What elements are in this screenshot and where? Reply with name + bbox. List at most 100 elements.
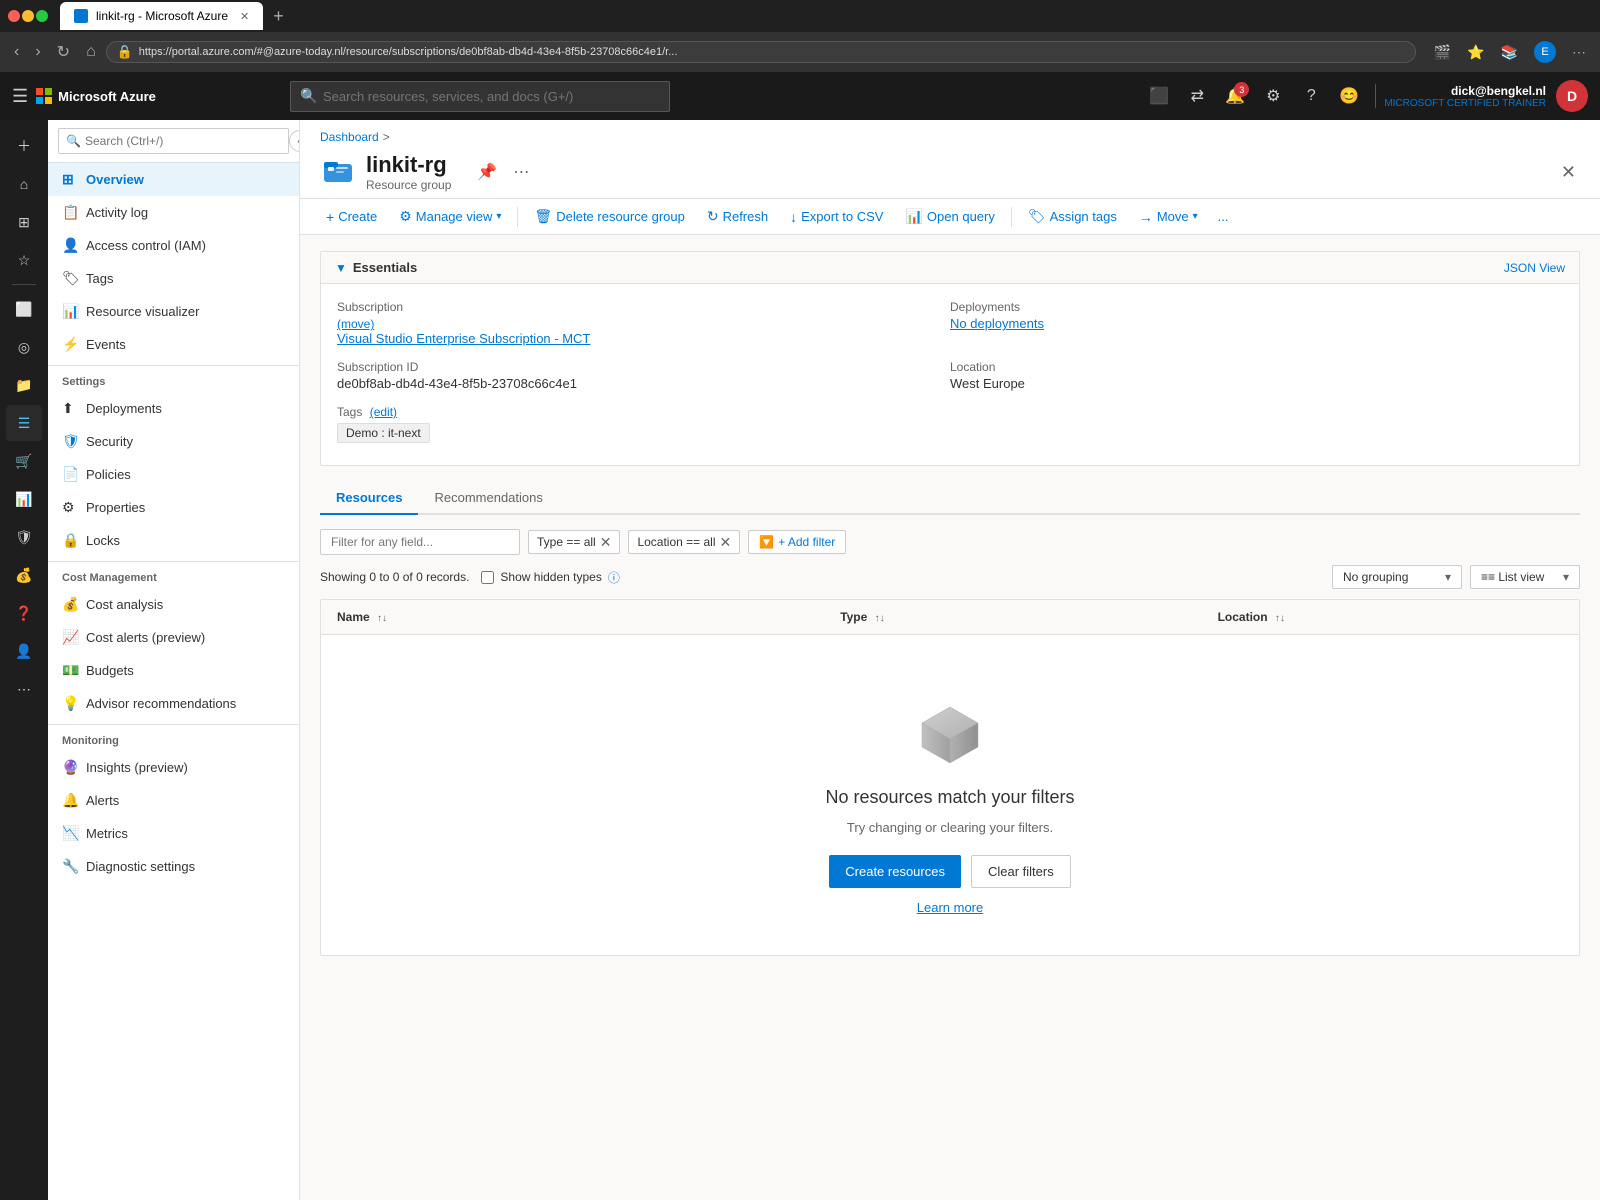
move-button[interactable]: → Move ▾ [1129,204,1208,230]
tab-resources[interactable]: Resources [320,482,418,515]
icon-rail-item-cost[interactable]: 💰 [6,557,42,593]
location-filter-remove[interactable]: ✕ [720,535,732,549]
show-hidden-checkbox[interactable] [481,571,494,584]
icon-rail-item-monitor[interactable]: 📊 [6,481,42,517]
resource-close-button[interactable]: ✕ [1557,158,1580,187]
new-tab-button[interactable]: + [265,2,292,30]
sidebar-item-locks[interactable]: 🔒 Locks [48,524,299,557]
icon-rail-item-subscriptions[interactable]: ◎ [6,329,42,365]
json-view-link[interactable]: JSON View [1504,261,1565,275]
feedback-button[interactable]: 😊 [1331,78,1367,114]
essentials-collapse-icon[interactable]: ▼ [335,261,347,275]
icon-rail-item-active[interactable]: ☰ [6,405,42,441]
show-hidden-info-icon[interactable]: ⓘ [608,569,620,586]
sidebar-item-alerts[interactable]: 🔔 Alerts [48,784,299,817]
type-filter-remove[interactable]: ✕ [600,535,612,549]
sidebar-item-deployments[interactable]: ⬆ Deployments [48,392,299,425]
location-filter-label: Location == all [637,535,715,549]
sidebar-item-overview[interactable]: ⊞ Overview [48,163,299,196]
sidebar-item-properties[interactable]: ⚙ Properties [48,491,299,524]
sidebar-item-tags[interactable]: 🏷 Tags [48,262,299,295]
sidebar-item-insights[interactable]: 🔮 Insights (preview) [48,751,299,784]
notifications-button[interactable]: 🔔 3 [1217,78,1253,114]
window-minimize-btn[interactable] [22,10,34,22]
learn-more-link[interactable]: Learn more [917,900,983,915]
icon-rail-item-user[interactable]: 👤 [6,633,42,669]
window-close-btn[interactable] [8,10,20,22]
sidebar-item-diagnostic-settings[interactable]: 🔧 Diagnostic settings [48,850,299,883]
resource-more-button[interactable]: ⋯ [509,158,533,186]
browser-extension-btn-1[interactable]: 🎬 [1428,37,1457,67]
sidebar-item-events[interactable]: ⚡ Events [48,328,299,361]
add-filter-button[interactable]: 🔽 + Add filter [748,530,846,554]
col-name-sort[interactable]: ↑↓ [377,613,387,624]
sidebar-alerts-label: Alerts [86,793,119,808]
sidebar-search-input[interactable] [58,128,289,154]
sidebar-item-cost-analysis[interactable]: 💰 Cost analysis [48,588,299,621]
sidebar-item-access-control[interactable]: 👤 Access control (IAM) [48,229,299,262]
tab-recommendations[interactable]: Recommendations [418,482,558,515]
create-button[interactable]: + Create [316,204,387,230]
col-type-sort[interactable]: ↑↓ [875,613,885,624]
refresh-button[interactable]: ↻ Refresh [697,203,778,230]
clear-filters-button[interactable]: Clear filters [971,855,1071,888]
resource-pin-button[interactable]: 📌 [473,158,501,186]
nav-forward-button[interactable]: › [29,39,46,65]
sidebar-item-metrics[interactable]: 📉 Metrics [48,817,299,850]
breadcrumb-dashboard-link[interactable]: Dashboard [320,130,379,144]
create-resources-button[interactable]: Create resources [829,855,961,888]
active-browser-tab[interactable]: linkit-rg - Microsoft Azure ✕ [60,2,263,30]
icon-rail-item-new[interactable]: ＋ [6,128,42,164]
icon-rail-item-rg[interactable]: 📁 [6,367,42,403]
tab-close-icon[interactable]: ✕ [240,10,249,23]
subscription-move-link[interactable]: (move) [337,317,374,331]
sidebar-collapse-button[interactable]: « [289,130,300,152]
sidebar-item-security[interactable]: 🛡 Security [48,425,299,458]
cost-alerts-icon: 📈 [62,629,78,646]
browser-collections-btn[interactable]: 📚 [1495,37,1524,67]
sidebar-item-policies[interactable]: 📄 Policies [48,458,299,491]
sidebar-item-cost-alerts[interactable]: 📈 Cost alerts (preview) [48,621,299,654]
sidebar-item-advisor-recommendations[interactable]: 💡 Advisor recommendations [48,687,299,720]
window-maximize-btn[interactable] [36,10,48,22]
grouping-dropdown[interactable]: No grouping ▾ [1332,565,1462,589]
delete-button[interactable]: 🗑 Delete resource group [524,203,694,230]
icon-rail-item-favorites[interactable]: ☆ [6,242,42,278]
icon-rail-item-more[interactable]: ⋯ [6,671,42,707]
col-location-sort[interactable]: ↑↓ [1275,613,1285,624]
icon-rail-item-resources[interactable]: ⬜ [6,291,42,327]
nav-back-button[interactable]: ‹ [8,39,25,65]
browser-extension-btn-2[interactable]: ⭐ [1461,37,1490,67]
global-search-input[interactable] [290,81,670,112]
user-avatar[interactable]: D [1556,80,1588,112]
cloud-shell-button[interactable]: ⬛ [1141,78,1177,114]
sidebar-hamburger-button[interactable]: ☰ [12,86,28,107]
sidebar-item-activity-log[interactable]: 📋 Activity log [48,196,299,229]
browser-more-btn[interactable]: ⋯ [1566,37,1592,67]
manage-view-button[interactable]: ⚙ Manage view ▾ [389,203,511,230]
settings-button[interactable]: ⚙ [1255,78,1291,114]
sidebar-item-resource-visualizer[interactable]: 📊 Resource visualizer [48,295,299,328]
open-query-button[interactable]: 📊 Open query [895,203,1004,230]
nav-refresh-button[interactable]: ↻ [51,38,76,66]
icon-rail-item-marketplace[interactable]: 🛒 [6,443,42,479]
more-actions-button[interactable]: ... [1210,204,1237,229]
nav-home-button[interactable]: ⌂ [80,39,102,65]
export-button[interactable]: ↓ Export to CSV [780,204,893,230]
help-button[interactable]: ? [1293,78,1329,114]
icon-rail-item-dashboard[interactable]: ⊞ [6,204,42,240]
address-bar[interactable]: 🔒 https://portal.azure.com/#@azure-today… [106,41,1416,63]
directory-button[interactable]: ⇄ [1179,78,1215,114]
show-hidden-label[interactable]: Show hidden types [500,570,601,584]
icon-rail-item-help[interactable]: ❓ [6,595,42,631]
subscription-name-link[interactable]: Visual Studio Enterprise Subscription - … [337,331,590,346]
assign-tags-button[interactable]: 🏷 Assign tags [1018,203,1127,230]
icon-rail-item-home[interactable]: ⌂ [6,166,42,202]
icon-rail-item-defender[interactable]: 🛡 [6,519,42,555]
tags-edit-link[interactable]: (edit) [370,405,397,419]
deployments-value-link[interactable]: No deployments [950,316,1044,331]
sidebar-item-budgets[interactable]: 💵 Budgets [48,654,299,687]
browser-profile-btn[interactable]: E [1528,37,1562,67]
filter-input[interactable] [320,529,520,555]
list-view-dropdown[interactable]: ≡≡ List view ▾ [1470,565,1580,589]
